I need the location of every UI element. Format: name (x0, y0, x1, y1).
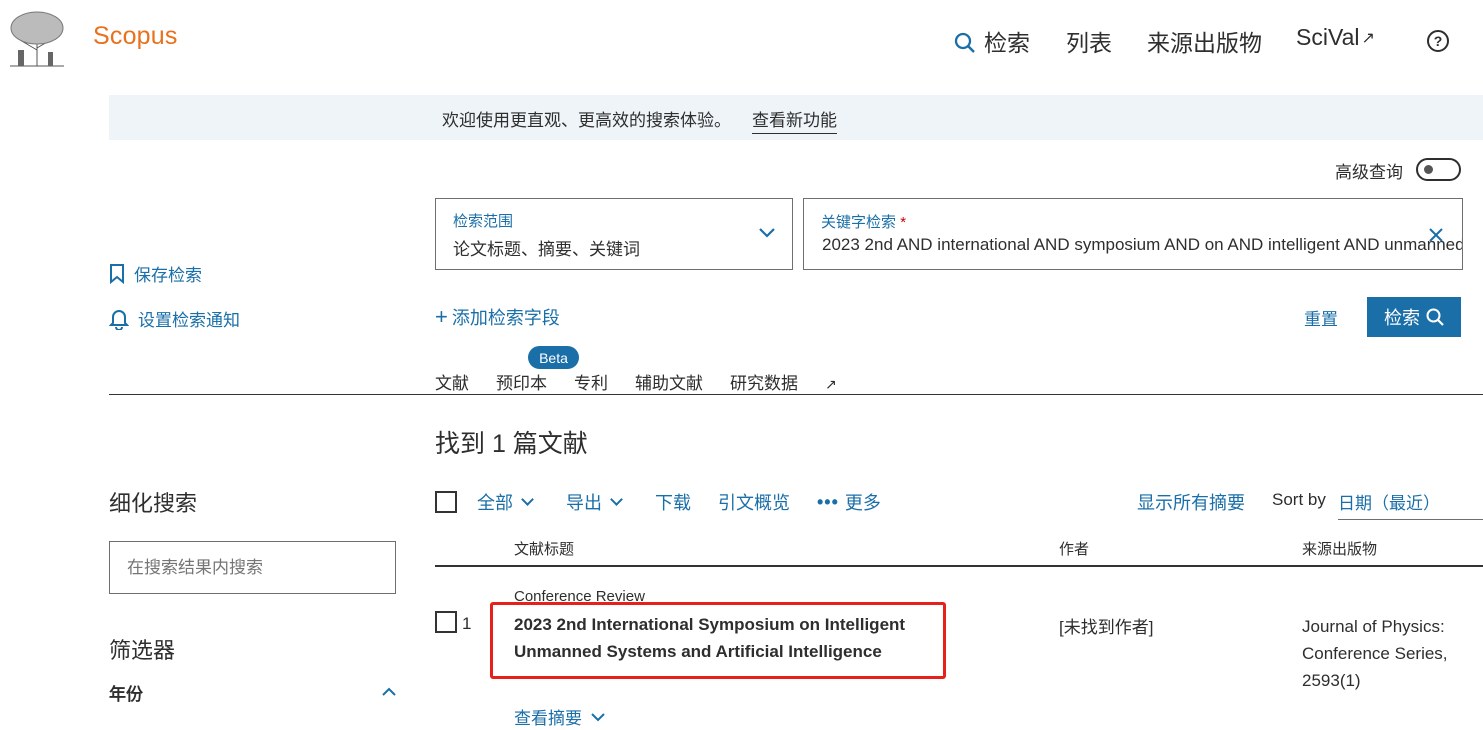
search-within-results-input[interactable] (109, 541, 396, 594)
search-icon (1426, 308, 1444, 326)
plus-icon: + (435, 304, 448, 329)
filters-heading: 筛选器 (109, 638, 176, 663)
document-type-tabs: 文献 预印本 专利 辅助文献 研究数据 ↗ (435, 369, 891, 394)
more-button[interactable]: ••• 更多 (817, 489, 881, 515)
set-alert-label: 设置检索通知 (138, 311, 240, 330)
search-submit-label: 检索 (1384, 308, 1420, 328)
bookmark-icon (110, 263, 124, 284)
add-search-field-button[interactable]: + 添加检索字段 (435, 304, 560, 330)
more-dots-icon: ••• (817, 491, 839, 512)
row-index: 1 (462, 614, 472, 633)
keyword-search-input[interactable]: 2023 2nd AND international AND symposium… (822, 235, 1462, 255)
save-search-label: 保存检索 (134, 266, 202, 285)
tab-documents[interactable]: 文献 (435, 369, 469, 394)
document-source: Journal of Physics: Conference Series, 2… (1302, 617, 1448, 690)
search-submit-button[interactable]: 检索 (1367, 297, 1461, 337)
table-header-divider (435, 565, 1483, 567)
sort-select[interactable]: 日期（最近） (1338, 489, 1483, 520)
select-all-checkbox[interactable] (435, 491, 457, 513)
clear-icon[interactable] (1428, 227, 1444, 243)
beta-badge: Beta (528, 346, 579, 369)
external-link-icon: ↗ (825, 376, 837, 392)
refine-search-heading: 细化搜索 (109, 491, 198, 516)
banner-text: 欢迎使用更直观、更高效的搜索体验。 (442, 111, 731, 130)
row-checkbox[interactable] (435, 611, 457, 633)
chevron-down-icon (759, 228, 775, 238)
chevron-down-icon (591, 713, 605, 722)
chevron-down-icon (521, 493, 534, 506)
tab-research-data[interactable]: 研究数据 ↗ (730, 369, 864, 394)
results-count: 找到 1 篇文献 (435, 430, 588, 458)
save-search-link[interactable]: 保存检索 (109, 261, 202, 286)
highlight-box (490, 602, 946, 679)
bell-icon (109, 309, 129, 330)
external-link-icon: ↗ (1361, 29, 1375, 47)
nav-sources[interactable]: 来源出版物 (1147, 24, 1262, 58)
download-button[interactable]: 下载 (655, 489, 691, 515)
citation-overview-button[interactable]: 引文概览 (718, 489, 790, 515)
advanced-query-label: 高级查询 (1335, 163, 1403, 182)
search-scope-label: 检索范围 (453, 213, 514, 230)
column-header-source: 来源出版物 (1302, 541, 1378, 558)
tab-patents[interactable]: 专利 (574, 369, 608, 394)
divider (109, 394, 1483, 395)
keyword-search-field[interactable]: 关键字检索 * 2023 2nd AND international AND s… (803, 198, 1463, 270)
chevron-up-icon[interactable] (381, 686, 397, 697)
scopus-logo[interactable]: Scopus (93, 22, 178, 51)
column-header-authors: 作者 (1059, 541, 1090, 558)
document-authors: [未找到作者] (1059, 618, 1154, 637)
advanced-query-toggle[interactable] (1416, 158, 1461, 181)
chevron-down-icon (610, 493, 623, 506)
tab-preprints[interactable]: 预印本 (496, 369, 547, 394)
nav-scival-label: SciVal (1296, 24, 1360, 50)
tab-secondary-documents[interactable]: 辅助文献 (635, 369, 703, 394)
nav-search[interactable]: 检索 (954, 24, 1030, 58)
select-all-dropdown[interactable]: 全部 (477, 489, 534, 515)
search-scope-select[interactable]: 检索范围 论文标题、摘要、关键词 (435, 198, 793, 270)
view-abstract-button[interactable]: 查看摘要 (514, 704, 606, 729)
set-alert-link[interactable]: 设置检索通知 (109, 306, 240, 331)
elsevier-logo[interactable] (6, 10, 68, 68)
keyword-search-label: 关键字检索 * (821, 214, 907, 231)
search-scope-value: 论文标题、摘要、关键词 (453, 240, 640, 259)
column-header-title: 文献标题 (514, 541, 575, 558)
banner-link[interactable]: 查看新功能 (752, 106, 837, 134)
nav-scival[interactable]: SciVal ↗ (1296, 24, 1375, 51)
show-all-abstracts-button[interactable]: 显示所有摘要 (1137, 489, 1245, 515)
export-dropdown[interactable]: 导出 (566, 489, 623, 515)
nav-lists[interactable]: 列表 (1066, 24, 1112, 58)
sort-by-label: Sort by (1272, 490, 1326, 509)
nav-search-label: 检索 (984, 30, 1030, 56)
search-icon (954, 32, 975, 53)
year-filter-label[interactable]: 年份 (109, 680, 143, 705)
reset-button[interactable]: 重置 (1304, 305, 1338, 330)
help-icon[interactable]: ? (1427, 30, 1449, 52)
